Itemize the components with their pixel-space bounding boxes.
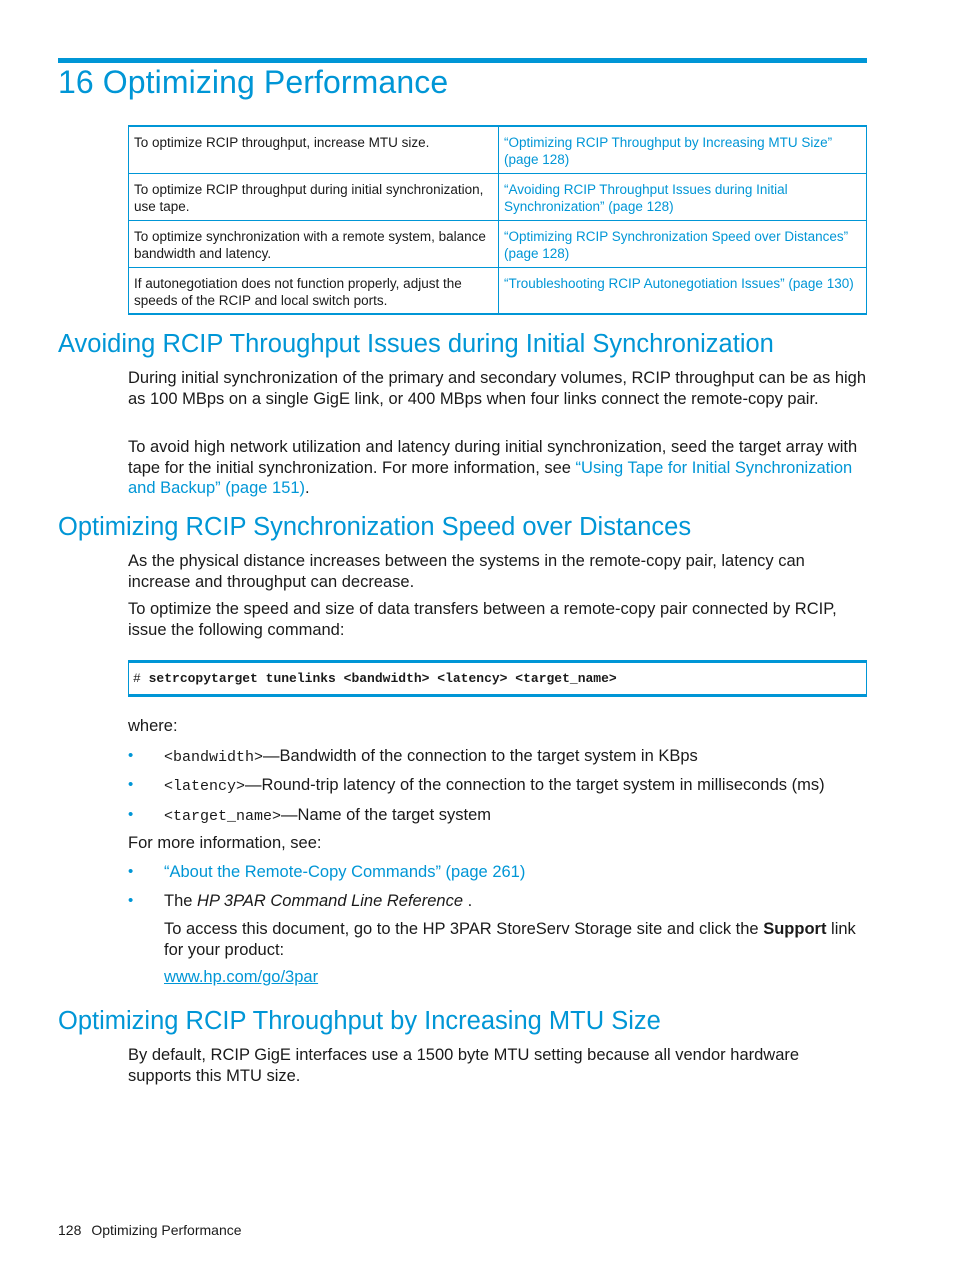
section-heading-distances: Optimizing RCIP Synchronization Speed ov… <box>58 513 692 541</box>
section-heading-initial-sync: Avoiding RCIP Throughput Issues during I… <box>58 330 774 358</box>
paragraph: By default, RCIP GigE interfaces use a 1… <box>128 1046 800 1085</box>
table-row: If autonegotiation does not function pro… <box>128 267 867 315</box>
support-emphasis: Support <box>763 920 827 938</box>
table-row: To optimize synchronization with a remot… <box>128 220 867 268</box>
bullet-icon: • <box>128 806 134 823</box>
task-cell: To optimize synchronization with a remot… <box>128 220 499 268</box>
task-cell: To optimize RCIP throughput during initi… <box>128 173 499 221</box>
reference-prefix: The <box>164 892 198 910</box>
paragraph-text: . <box>305 479 310 498</box>
code-command: # setrcopytarget tunelinks <bandwidth> <… <box>133 671 617 686</box>
param-description: <latency>—Round-trip latency of the conn… <box>164 775 825 798</box>
reference-suffix: . <box>463 892 473 910</box>
param-description: <bandwidth>—Bandwidth of the connection … <box>164 746 698 769</box>
task-cell: If autonegotiation does not function pro… <box>128 267 499 315</box>
reference-link[interactable]: “Optimizing RCIP Throughput by Increasin… <box>498 125 867 174</box>
param-name: <target_name> <box>164 808 282 825</box>
access-text: To access this document, go to the HP 3P… <box>164 920 764 938</box>
reference-text: The HP 3PAR Command Line Reference . <box>164 891 472 912</box>
code-text: setrcopytarget tunelinks <bandwidth> <la… <box>148 671 617 686</box>
paragraph: To optimize the speed and size of data t… <box>128 600 837 639</box>
table-row: To optimize RCIP throughput, increase MT… <box>128 125 867 174</box>
table-row: To optimize RCIP throughput during initi… <box>128 173 867 221</box>
code-block: # setrcopytarget tunelinks <bandwidth> <… <box>128 660 867 697</box>
remote-copy-commands-link[interactable]: “About the Remote-Copy Commands” (page 2… <box>164 862 525 883</box>
paragraph: To avoid high network utilization and la… <box>128 437 868 499</box>
hp-3par-url-link[interactable]: www.hp.com/go/3par <box>164 968 318 986</box>
access-paragraph: To access this document, go to the HP 3P… <box>164 919 869 960</box>
code-prompt: # <box>133 671 141 686</box>
url-paragraph: www.hp.com/go/3par <box>164 967 564 988</box>
bullet-icon: • <box>128 863 134 880</box>
param-text: —Name of the target system <box>281 806 492 824</box>
task-cell: To optimize RCIP throughput, increase MT… <box>128 125 499 174</box>
chapter-title: 16 Optimizing Performance <box>58 64 449 100</box>
reference-title: HP 3PAR Command Line Reference <box>197 892 463 910</box>
reference-link[interactable]: “Avoiding RCIP Throughput Issues during … <box>498 173 867 221</box>
paragraph: As the physical distance increases betwe… <box>128 552 805 591</box>
param-description: <target_name>—Name of the target system <box>164 805 491 828</box>
overview-table: To optimize RCIP throughput, increase MT… <box>128 125 867 315</box>
param-name: <latency> <box>164 778 246 795</box>
bullet-icon: • <box>128 776 134 793</box>
bullet-icon: • <box>128 747 134 764</box>
more-info-label: For more information, see: <box>128 834 322 852</box>
param-text: —Bandwidth of the connection to the targ… <box>263 747 698 765</box>
section-heading-mtu: Optimizing RCIP Throughput by Increasing… <box>58 1007 661 1035</box>
reference-link[interactable]: “Optimizing RCIP Synchronization Speed o… <box>498 220 867 268</box>
chapter-rule <box>58 58 867 63</box>
document-page: 16 Optimizing Performance To optimize RC… <box>0 0 954 1271</box>
page-number: 128 <box>58 1222 82 1238</box>
bullet-icon: • <box>128 892 134 909</box>
reference-link[interactable]: “Troubleshooting RCIP Autonegotiation Is… <box>498 267 867 315</box>
page-footer: 128 Optimizing Performance <box>58 1222 242 1238</box>
where-label: where: <box>128 717 178 735</box>
paragraph: During initial synchronization of the pr… <box>128 369 867 408</box>
param-name: <bandwidth> <box>164 749 264 766</box>
footer-section-title: Optimizing Performance <box>91 1222 242 1238</box>
param-text: —Round-trip latency of the connection to… <box>245 776 825 794</box>
